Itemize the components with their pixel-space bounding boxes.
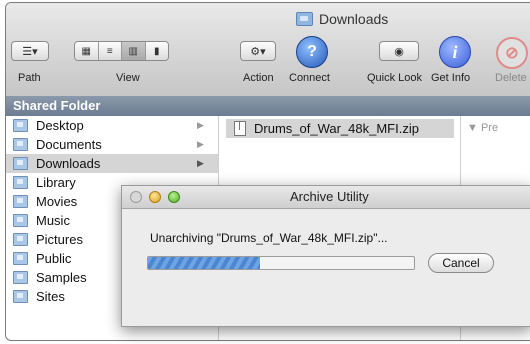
view-segmented-control[interactable]: ▦ ≡ ▥ ▮ bbox=[74, 41, 169, 61]
sidebar-item-label: Documents bbox=[36, 137, 102, 152]
sidebar-item-documents[interactable]: Documents ▶ bbox=[6, 135, 218, 154]
delete-label: Delete bbox=[495, 72, 527, 84]
folder-icon bbox=[13, 290, 28, 303]
view-label: View bbox=[116, 72, 140, 84]
window-title-area: Downloads bbox=[296, 11, 388, 27]
quicklook-label: Quick Look bbox=[367, 72, 423, 84]
path-button[interactable]: ☰▾ bbox=[11, 41, 49, 61]
progress-fill bbox=[148, 257, 260, 269]
dialog-title: Archive Utility bbox=[290, 189, 369, 204]
folder-icon bbox=[13, 119, 28, 132]
sidebar-item-label: Sites bbox=[36, 289, 65, 304]
downloads-folder-icon bbox=[296, 12, 313, 26]
folder-icon bbox=[13, 233, 28, 246]
shared-folder-header: Shared Folder bbox=[6, 96, 530, 116]
path-icon: ☰▾ bbox=[22, 45, 38, 58]
window-title: Downloads bbox=[319, 11, 389, 27]
folder-icon bbox=[13, 252, 28, 265]
close-icon[interactable] bbox=[130, 191, 142, 203]
sidebar-item-downloads[interactable]: Downloads ▶ bbox=[6, 154, 218, 173]
gear-icon: ⚙▾ bbox=[250, 45, 266, 58]
zoom-icon[interactable] bbox=[168, 191, 180, 203]
folder-icon bbox=[13, 138, 28, 151]
folder-icon bbox=[13, 214, 28, 227]
getinfo-label: Get Info bbox=[431, 72, 471, 84]
toolbar: Downloads ☰▾ Path ▦ ≡ ▥ ▮ View ⚙▾ Action… bbox=[6, 3, 530, 97]
icon-view-icon[interactable]: ▦ bbox=[75, 42, 99, 60]
preview-label: ▼ Pre bbox=[467, 122, 499, 134]
info-icon[interactable]: i bbox=[439, 36, 471, 68]
action-label: Action bbox=[243, 72, 274, 84]
sidebar-item-label: Pictures bbox=[36, 232, 83, 247]
folder-icon bbox=[13, 271, 28, 284]
delete-icon[interactable]: ⊘ bbox=[496, 37, 528, 69]
chevron-right-icon: ▶ bbox=[197, 139, 204, 149]
sidebar-item-label: Music bbox=[36, 213, 70, 228]
connect-label: Connect bbox=[289, 72, 330, 84]
coverflow-view-icon[interactable]: ▮ bbox=[145, 42, 168, 60]
preview-label-text: Pre bbox=[480, 122, 499, 134]
minimize-icon[interactable] bbox=[149, 191, 161, 203]
connect-icon[interactable]: ? bbox=[296, 36, 328, 68]
sidebar-item-label: Downloads bbox=[36, 156, 101, 171]
eye-icon: ◉ bbox=[394, 45, 404, 58]
folder-icon bbox=[13, 157, 28, 170]
archive-utility-dialog: Archive Utility Unarchiving "Drums_of_Wa… bbox=[121, 185, 530, 327]
zip-file-icon bbox=[234, 121, 246, 136]
column-view-icon[interactable]: ▥ bbox=[122, 42, 146, 60]
chevron-right-icon: ▶ bbox=[197, 158, 204, 168]
sidebar-item-label: Public bbox=[36, 251, 72, 266]
sidebar-item-label: Samples bbox=[36, 270, 87, 285]
sidebar-item-label: Movies bbox=[36, 194, 78, 209]
list-view-icon[interactable]: ≡ bbox=[98, 42, 122, 60]
progress-bar bbox=[147, 256, 415, 270]
folder-icon bbox=[13, 195, 28, 208]
dialog-message: Unarchiving "Drums_of_War_48k_MFI.zip"..… bbox=[150, 231, 388, 245]
path-label: Path bbox=[18, 72, 41, 84]
quicklook-button[interactable]: ◉ bbox=[379, 41, 419, 61]
file-name: Drums_of_War_48k_MFI.zip bbox=[254, 121, 419, 136]
file-row[interactable]: Drums_of_War_48k_MFI.zip bbox=[226, 119, 454, 138]
action-button[interactable]: ⚙▾ bbox=[240, 41, 276, 61]
sidebar-item-label: Desktop bbox=[36, 118, 84, 133]
dialog-titlebar: Archive Utility bbox=[122, 186, 530, 209]
folder-icon bbox=[13, 176, 28, 189]
chevron-right-icon: ▶ bbox=[197, 120, 204, 130]
cancel-button[interactable]: Cancel bbox=[428, 253, 494, 273]
sidebar-item-desktop[interactable]: Desktop ▶ bbox=[6, 116, 218, 135]
sidebar-item-label: Library bbox=[36, 175, 76, 190]
